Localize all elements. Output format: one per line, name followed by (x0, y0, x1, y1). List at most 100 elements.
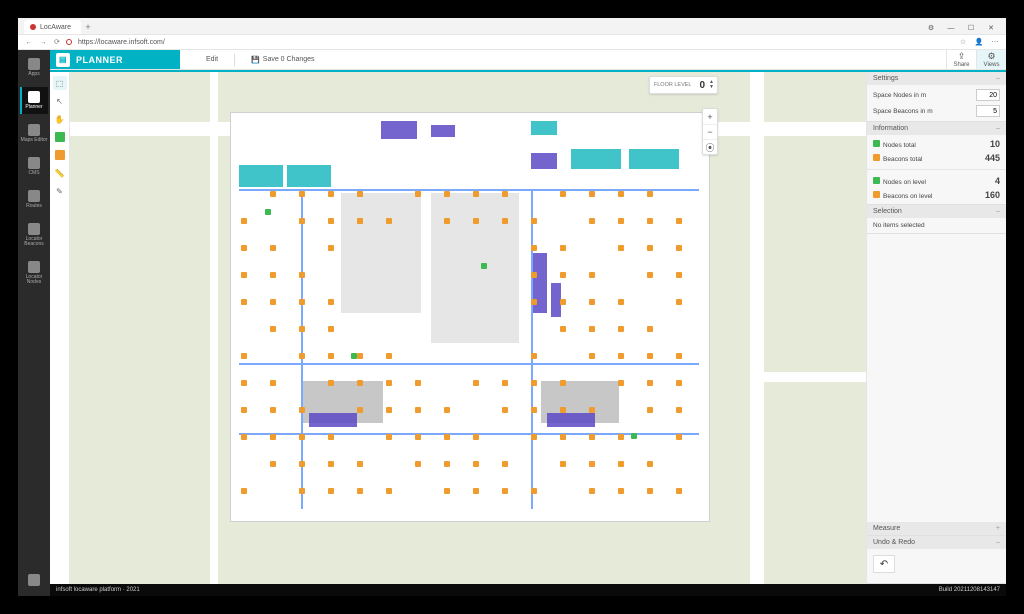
beacon-orange[interactable] (531, 272, 537, 278)
rail-item-locator-nodes[interactable]: Locator Nodes (20, 257, 48, 289)
beacon-orange[interactable] (618, 488, 624, 494)
zoom-locate-button[interactable]: ⦿ (703, 139, 717, 154)
measure-tool[interactable]: 📏 (53, 166, 67, 180)
edit-button[interactable]: Edit (200, 54, 224, 65)
beacon-orange[interactable] (531, 488, 537, 494)
beacon-orange[interactable] (560, 245, 566, 251)
beacon-orange[interactable] (531, 218, 537, 224)
beacon-orange[interactable] (676, 245, 682, 251)
beacon-orange[interactable] (270, 434, 276, 440)
beacon-orange[interactable] (299, 299, 305, 305)
floor-level-control[interactable]: FLOOR LEVEL 0 ▲ ▼ (649, 76, 718, 94)
beacon-orange[interactable] (328, 434, 334, 440)
beacon-orange[interactable] (386, 380, 392, 386)
panel-undoredo-header[interactable]: Undo & Redo – (867, 536, 1006, 549)
beacon-orange[interactable] (270, 461, 276, 467)
beacon-orange[interactable] (444, 461, 450, 467)
share-button[interactable]: ⇪ Share (946, 50, 976, 69)
panel-settings-header[interactable]: Settings – (867, 72, 1006, 85)
beacon-orange[interactable] (502, 488, 508, 494)
beacon-orange[interactable] (676, 488, 682, 494)
beacon-orange[interactable] (299, 353, 305, 359)
space-beacons-input[interactable] (976, 105, 1000, 117)
beacon-orange[interactable] (241, 407, 247, 413)
beacon-orange[interactable] (502, 380, 508, 386)
beacon-orange[interactable] (560, 191, 566, 197)
beacon-orange[interactable] (618, 326, 624, 332)
beacon-orange[interactable] (386, 353, 392, 359)
select-tool[interactable]: ⬚ (53, 76, 67, 90)
beacon-orange[interactable] (676, 407, 682, 413)
beacon-orange[interactable] (270, 191, 276, 197)
window-minimize-button[interactable]: — (942, 22, 960, 34)
beacon-orange[interactable] (618, 353, 624, 359)
beacon-orange[interactable] (299, 272, 305, 278)
beacon-orange[interactable] (241, 353, 247, 359)
rail-item-routes[interactable]: Routes (20, 186, 48, 213)
beacon-orange[interactable] (241, 218, 247, 224)
beacon-orange[interactable] (241, 245, 247, 251)
account-icon[interactable]: 👤 (974, 37, 984, 47)
beacon-orange[interactable] (618, 191, 624, 197)
beacon-orange[interactable] (415, 191, 421, 197)
beacon-orange[interactable] (589, 326, 595, 332)
beacon-orange[interactable] (531, 299, 537, 305)
beacon-orange[interactable] (531, 434, 537, 440)
beacon-orange[interactable] (647, 353, 653, 359)
beacon-orange[interactable] (647, 191, 653, 197)
beacon-orange[interactable] (299, 407, 305, 413)
beacon-orange[interactable] (299, 434, 305, 440)
beacon-orange[interactable] (676, 218, 682, 224)
beacon-orange[interactable] (444, 488, 450, 494)
beacon-orange[interactable] (502, 191, 508, 197)
beacon-orange[interactable] (415, 407, 421, 413)
zoom-in-button[interactable]: + (703, 109, 717, 124)
beacon-orange[interactable] (328, 353, 334, 359)
beacon-orange[interactable] (560, 407, 566, 413)
node-green[interactable] (481, 263, 487, 269)
beacon-orange[interactable] (618, 380, 624, 386)
pointer-tool[interactable]: ↖ (53, 94, 67, 108)
map-canvas[interactable]: placeholder for beacons — generated belo… (70, 72, 866, 584)
beacon-orange[interactable] (676, 434, 682, 440)
beacon-orange[interactable] (618, 434, 624, 440)
beacon-orange[interactable] (531, 245, 537, 251)
new-tab-button[interactable]: + (81, 20, 95, 34)
floorplan[interactable]: placeholder for beacons — generated belo… (230, 112, 710, 522)
beacon-orange[interactable] (386, 407, 392, 413)
beacon-orange[interactable] (299, 326, 305, 332)
beacon-orange[interactable] (328, 245, 334, 251)
beacon-orange[interactable] (502, 218, 508, 224)
window-maximize-button[interactable]: ☐ (962, 22, 980, 34)
bookmark-icon[interactable]: ☆ (958, 37, 968, 47)
beacon-orange[interactable] (415, 434, 421, 440)
beacon-orange[interactable] (647, 407, 653, 413)
beacon-orange[interactable] (560, 299, 566, 305)
beacon-orange[interactable] (589, 488, 595, 494)
rail-item-maps-editor[interactable]: Maps Editor (20, 120, 48, 147)
beacon-orange[interactable] (444, 407, 450, 413)
beacon-orange[interactable] (270, 326, 276, 332)
beacon-orange[interactable] (502, 407, 508, 413)
window-settings-icon[interactable]: ⚙ (922, 22, 940, 34)
beacon-orange[interactable] (328, 488, 334, 494)
beacon-orange[interactable] (328, 218, 334, 224)
beacon-orange[interactable] (618, 299, 624, 305)
beacon-orange[interactable] (473, 434, 479, 440)
beacon-orange[interactable] (444, 218, 450, 224)
panel-measure-header[interactable]: Measure + (867, 522, 1006, 535)
beacon-orange[interactable] (676, 380, 682, 386)
beacon-orange[interactable] (386, 218, 392, 224)
beacon-orange[interactable] (357, 353, 363, 359)
beacon-orange[interactable] (647, 488, 653, 494)
beacon-orange[interactable] (560, 380, 566, 386)
browser-tab[interactable]: LocAware (24, 20, 81, 34)
beacon-orange[interactable] (473, 191, 479, 197)
beacon-orange[interactable] (299, 218, 305, 224)
beacon-orange[interactable] (328, 191, 334, 197)
beacon-orange[interactable] (589, 191, 595, 197)
beacon-orange[interactable] (473, 461, 479, 467)
beacon-orange[interactable] (618, 245, 624, 251)
beacon-orange[interactable] (531, 407, 537, 413)
rail-item-locator-beacons[interactable]: Locator Beacons (20, 219, 48, 251)
